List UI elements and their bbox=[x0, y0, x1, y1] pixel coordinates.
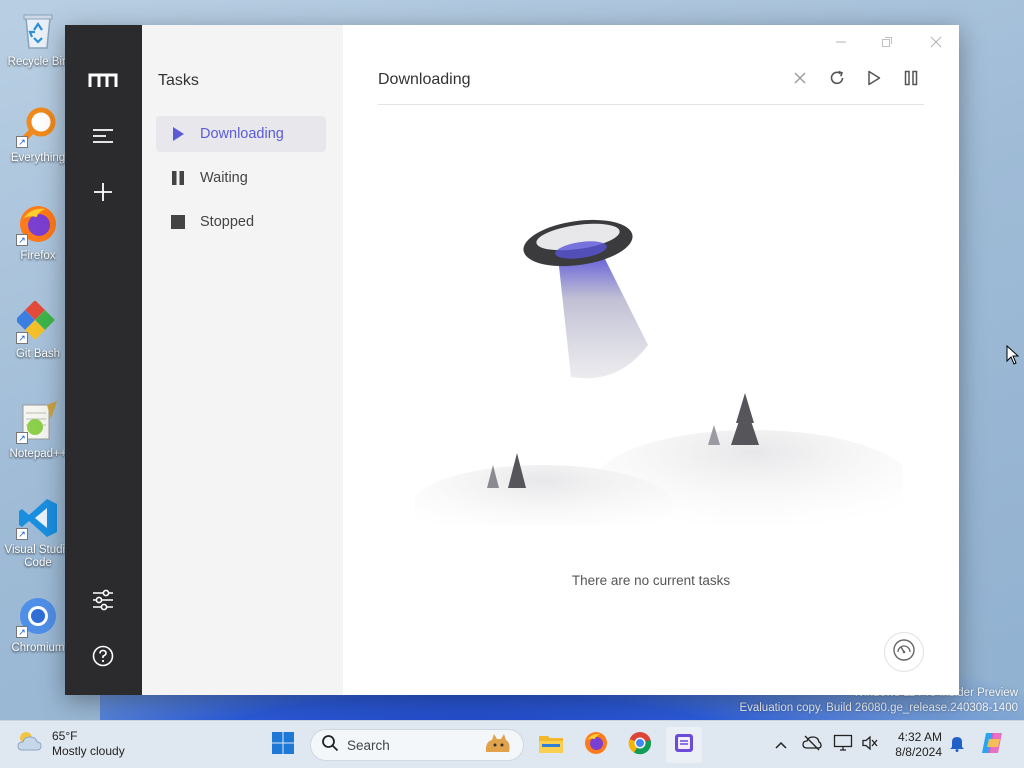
search-label: Search bbox=[347, 737, 390, 753]
desktop-icon-label: Everything bbox=[10, 152, 66, 164]
tray-volume[interactable] bbox=[860, 735, 880, 755]
close-window-button[interactable] bbox=[922, 31, 950, 53]
chromium-icon: ↗ bbox=[16, 594, 60, 638]
search-highlight-cat-icon bbox=[483, 730, 513, 761]
sidebar-title: Tasks bbox=[158, 72, 199, 89]
desktop-icon-label: Firefox bbox=[20, 250, 56, 262]
clock-date: 8/8/2024 bbox=[895, 745, 942, 759]
copilot-icon bbox=[980, 731, 1006, 760]
delete-icon bbox=[794, 71, 806, 89]
start-button[interactable] bbox=[265, 727, 301, 763]
weather-temp: 65°F bbox=[52, 728, 78, 743]
sidebar-item-label: Waiting bbox=[200, 170, 248, 186]
bell-icon bbox=[949, 734, 965, 757]
cloud-offline-icon bbox=[802, 735, 822, 756]
refresh-icon bbox=[829, 70, 845, 91]
desktop-icon-label: Notepad++ bbox=[9, 448, 67, 460]
mouse-cursor-icon bbox=[1006, 344, 1020, 370]
weather-condition: Mostly cloudy bbox=[52, 743, 125, 758]
taskbar-clock[interactable]: 4:32 AM 8/8/2024 bbox=[886, 730, 942, 760]
resume-all-icon bbox=[867, 70, 881, 91]
speaker-muted-icon bbox=[861, 735, 879, 756]
desktop-icon-label: Recycle Bin bbox=[7, 56, 69, 68]
clock-time: 4:32 AM bbox=[897, 730, 942, 744]
task-list-panel: Downloading There are no current tasks bbox=[343, 25, 959, 695]
tray-overflow-button[interactable] bbox=[771, 735, 791, 755]
desktop-icon-chromium[interactable]: ↗ Chromium bbox=[4, 594, 72, 655]
panel-header: Downloading bbox=[378, 67, 924, 105]
taskbar-chrome[interactable] bbox=[622, 727, 658, 763]
speedometer-icon bbox=[892, 638, 916, 667]
desktop-icon-vscode[interactable]: ↗ Visual Studio Code bbox=[4, 496, 72, 570]
pause-all-button[interactable] bbox=[898, 67, 924, 93]
task-sidebar: Tasks Downloading Waiting Stopped bbox=[142, 25, 343, 695]
firefox-icon: ↗ bbox=[16, 202, 60, 246]
sidebar-item-waiting[interactable]: Waiting bbox=[156, 160, 326, 196]
monitor-icon bbox=[833, 734, 853, 757]
tray-notifications[interactable] bbox=[947, 735, 967, 755]
taskbar-motrix[interactable] bbox=[666, 727, 702, 763]
watermark-line-2: Evaluation copy. Build 26080.ge_release.… bbox=[739, 702, 1018, 714]
speedometer-button[interactable] bbox=[884, 632, 924, 672]
file-explorer-icon bbox=[538, 732, 564, 759]
desktop-icon-everything[interactable]: ↗ Everything bbox=[4, 104, 72, 165]
pause-all-icon bbox=[904, 70, 918, 91]
sidebar-item-label: Downloading bbox=[200, 126, 284, 142]
tray-onedrive[interactable] bbox=[802, 735, 822, 755]
git-bash-icon: ↗ bbox=[16, 300, 60, 344]
motrix-logo-icon[interactable] bbox=[88, 65, 118, 95]
tray-copilot[interactable] bbox=[980, 732, 1006, 758]
taskbar-firefox[interactable] bbox=[578, 727, 614, 763]
page-title: Downloading bbox=[378, 71, 471, 88]
tray-display[interactable] bbox=[833, 734, 853, 757]
stop-icon bbox=[170, 214, 186, 230]
menu-icon[interactable] bbox=[88, 121, 118, 151]
maximize-button[interactable] bbox=[873, 31, 901, 53]
taskbar-search[interactable]: Search bbox=[310, 729, 524, 761]
everything-search-icon: ↗ bbox=[16, 104, 60, 148]
chrome-icon bbox=[628, 731, 652, 760]
firefox-icon bbox=[584, 731, 608, 760]
taskbar-file-explorer[interactable] bbox=[533, 727, 569, 763]
delete-task-button[interactable] bbox=[787, 67, 813, 93]
start-icon bbox=[271, 731, 295, 760]
search-icon bbox=[321, 734, 339, 757]
cloudy-weather-icon bbox=[14, 728, 44, 759]
sidebar-item-label: Stopped bbox=[200, 214, 255, 230]
pause-icon bbox=[170, 170, 186, 186]
empty-state-illustration bbox=[403, 195, 913, 545]
taskbar: 65°F Mostly cloudy Search 4:32 AM 8/8/20… bbox=[0, 720, 1024, 768]
vscode-icon: ↗ bbox=[16, 496, 60, 540]
desktop-icon-label: Chromium bbox=[11, 642, 65, 654]
desktop-icon-firefox[interactable]: ↗ Firefox bbox=[4, 202, 72, 263]
add-task-icon[interactable] bbox=[88, 177, 118, 207]
desktop-icon-recycle-bin[interactable]: Recycle Bin bbox=[4, 8, 72, 69]
chevron-up-icon bbox=[775, 736, 787, 754]
motrix-app-icon bbox=[673, 732, 695, 759]
weather-widget[interactable]: 65°F Mostly cloudy bbox=[14, 728, 125, 759]
nav-rail bbox=[65, 25, 142, 695]
notepad-plus-plus-icon: ↗ bbox=[16, 400, 60, 444]
empty-state-text: There are no current tasks bbox=[571, 573, 731, 588]
resume-all-button[interactable] bbox=[861, 67, 887, 93]
desktop-icon-notepad-plus-plus[interactable]: ↗ Notepad++ bbox=[4, 400, 72, 461]
motrix-window: Tasks Downloading Waiting Stopped Downlo… bbox=[65, 25, 959, 695]
desktop-icon-label: Visual Studio Code bbox=[4, 544, 72, 569]
sidebar-item-downloading[interactable]: Downloading bbox=[156, 116, 326, 152]
refresh-button[interactable] bbox=[824, 67, 850, 93]
minimize-button[interactable] bbox=[827, 31, 855, 53]
desktop-icon-git-bash[interactable]: ↗ Git Bash bbox=[4, 300, 72, 361]
recycle-bin-icon bbox=[16, 8, 60, 52]
help-icon[interactable] bbox=[88, 641, 118, 671]
sidebar-item-stopped[interactable]: Stopped bbox=[156, 204, 326, 240]
play-icon bbox=[170, 126, 186, 142]
preferences-icon[interactable] bbox=[88, 585, 118, 615]
desktop-icon-label: Git Bash bbox=[15, 348, 61, 360]
